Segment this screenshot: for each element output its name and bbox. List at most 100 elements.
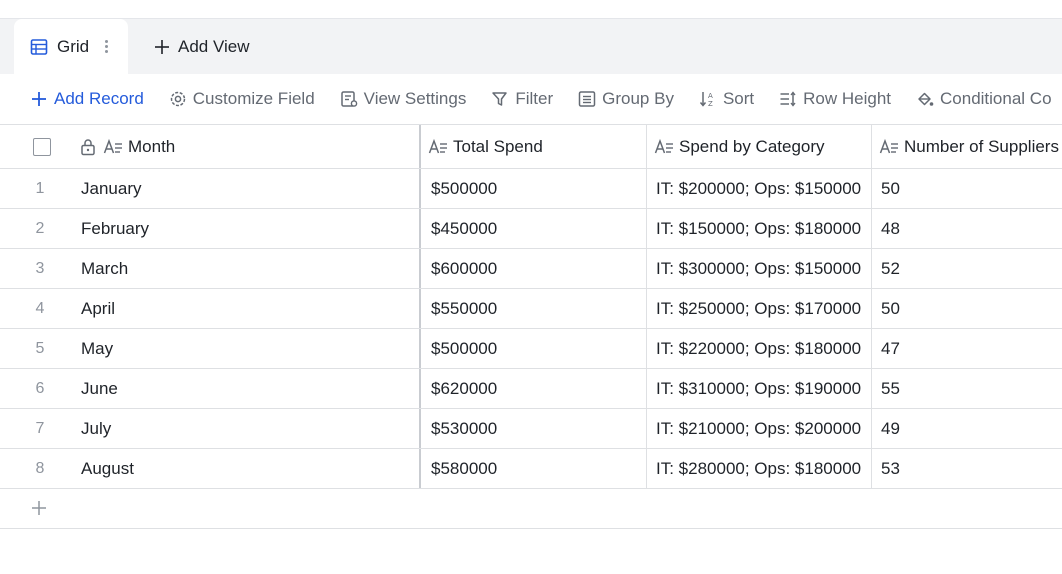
month-cell[interactable]: January bbox=[80, 169, 421, 208]
total-spend-cell-text: $530000 bbox=[431, 418, 498, 438]
suppliers-cell-text: 47 bbox=[881, 338, 900, 358]
column-header-number-of-suppliers[interactable]: Number of Suppliers bbox=[872, 125, 1062, 168]
paint-bucket-icon bbox=[918, 92, 934, 106]
spend-category-cell[interactable]: IT: $220000; Ops: $180000 bbox=[647, 329, 872, 368]
view-bar: Grid Add View bbox=[0, 19, 1062, 74]
row-index-cell-text: 8 bbox=[35, 459, 45, 477]
column-header-spend-by-category[interactable]: Spend by Category bbox=[647, 125, 872, 168]
spend-category-cell-text: IT: $250000; Ops: $170000 bbox=[656, 298, 862, 318]
add-row-button[interactable] bbox=[29, 498, 49, 518]
spend-category-cell[interactable]: IT: $200000; Ops: $150000 bbox=[647, 169, 872, 208]
customize-field-button[interactable]: Customize Field bbox=[169, 89, 315, 109]
filter-button[interactable]: Filter bbox=[491, 89, 553, 109]
column-header-label: Number of Suppliers bbox=[904, 136, 1059, 156]
row-height-button[interactable]: Row Height bbox=[779, 89, 891, 109]
text-field-icon bbox=[103, 138, 122, 153]
table-row[interactable]: 2 February $450000 IT: $150000; Ops: $18000… bbox=[0, 209, 1062, 249]
column-header-label: Month bbox=[128, 136, 176, 156]
view-settings-button[interactable]: View Settings bbox=[340, 89, 466, 109]
total-spend-cell[interactable]: $500000 bbox=[421, 329, 647, 368]
total-spend-cell-text: $620000 bbox=[431, 378, 498, 398]
suppliers-cell-text: 55 bbox=[881, 378, 900, 398]
group-by-button[interactable]: Group By bbox=[578, 89, 674, 109]
table-row[interactable]: 5 May $500000 IT: $220000; Ops: $180000 47 bbox=[0, 329, 1062, 369]
column-header-total-spend[interactable]: Total Spend bbox=[421, 125, 647, 168]
sort-button[interactable]: A Z Sort bbox=[699, 89, 754, 109]
row-height-label: Row Height bbox=[803, 89, 892, 108]
text-field-icon bbox=[654, 138, 673, 153]
row-index-cell: 4 bbox=[0, 289, 80, 328]
table-row[interactable]: 8 August $580000 IT: $280000; Ops: $180000 5… bbox=[0, 449, 1062, 489]
view-settings-icon bbox=[340, 91, 357, 107]
month-cell[interactable]: June bbox=[80, 369, 421, 408]
suppliers-cell[interactable]: 52 bbox=[872, 249, 1062, 288]
total-spend-cell[interactable]: $550000 bbox=[421, 289, 647, 328]
total-spend-cell[interactable]: $620000 bbox=[421, 369, 647, 408]
total-spend-cell-text: $450000 bbox=[431, 218, 498, 238]
suppliers-cell[interactable]: 49 bbox=[872, 409, 1062, 448]
suppliers-cell[interactable]: 50 bbox=[872, 289, 1062, 328]
total-spend-cell-text: $550000 bbox=[431, 298, 498, 318]
total-spend-cell[interactable]: $450000 bbox=[421, 209, 647, 248]
row-index-cell-text: 1 bbox=[35, 179, 45, 197]
month-cell-text: July bbox=[81, 418, 112, 438]
total-spend-cell[interactable]: $500000 bbox=[421, 169, 647, 208]
total-spend-cell[interactable]: $530000 bbox=[421, 409, 647, 448]
spend-category-cell[interactable]: IT: $310000; Ops: $190000 bbox=[647, 369, 872, 408]
suppliers-cell-text: 52 bbox=[881, 258, 900, 278]
conditional-formatting-label: Conditional Co bbox=[940, 89, 1052, 108]
spend-category-cell-text: IT: $280000; Ops: $180000 bbox=[656, 458, 862, 478]
gear-icon bbox=[170, 91, 186, 107]
column-header-label: Total Spend bbox=[453, 136, 543, 156]
add-view-button[interactable]: Add View bbox=[153, 19, 250, 74]
suppliers-cell[interactable]: 48 bbox=[872, 209, 1062, 248]
conditional-formatting-button[interactable]: Conditional Co bbox=[916, 89, 1052, 109]
month-cell[interactable]: August bbox=[80, 449, 421, 488]
table-row[interactable]: 3 March $600000 IT: $300000; Ops: $150000 52 bbox=[0, 249, 1062, 289]
row-index-cell-text: 2 bbox=[35, 219, 45, 237]
spend-category-cell-text: IT: $200000; Ops: $150000 bbox=[656, 178, 862, 198]
suppliers-cell[interactable]: 55 bbox=[872, 369, 1062, 408]
suppliers-cell-text: 50 bbox=[881, 298, 900, 318]
month-cell[interactable]: May bbox=[80, 329, 421, 368]
month-cell[interactable]: February bbox=[80, 209, 421, 248]
suppliers-cell[interactable]: 47 bbox=[872, 329, 1062, 368]
plus-icon bbox=[32, 501, 46, 515]
svg-text:Z: Z bbox=[708, 100, 713, 108]
plus-icon bbox=[155, 39, 169, 54]
row-height-icon bbox=[780, 91, 796, 107]
filter-icon bbox=[492, 92, 508, 106]
more-options-icon[interactable] bbox=[103, 40, 109, 53]
spend-category-cell[interactable]: IT: $250000; Ops: $170000 bbox=[647, 289, 872, 328]
month-cell[interactable]: April bbox=[80, 289, 421, 328]
spend-category-cell[interactable]: IT: $210000; Ops: $200000 bbox=[647, 409, 872, 448]
add-record-button[interactable]: Add Record bbox=[30, 89, 144, 109]
total-spend-cell-text: $600000 bbox=[431, 258, 498, 278]
sort-label: Sort bbox=[722, 89, 755, 108]
row-index-cell-text: 6 bbox=[35, 379, 45, 397]
month-cell[interactable]: July bbox=[80, 409, 421, 448]
svg-text:A: A bbox=[708, 92, 713, 100]
text-field-icon bbox=[879, 138, 898, 153]
total-spend-cell[interactable]: $600000 bbox=[421, 249, 647, 288]
lock-icon bbox=[81, 138, 95, 155]
spend-category-cell-text: IT: $210000; Ops: $200000 bbox=[656, 418, 862, 438]
month-cell-text: April bbox=[81, 298, 116, 318]
spend-category-cell[interactable]: IT: $150000; Ops: $180000 bbox=[647, 209, 872, 248]
spend-category-cell[interactable]: IT: $280000; Ops: $180000 bbox=[647, 449, 872, 488]
row-index-cell: 1 bbox=[0, 169, 80, 208]
row-index-cell: 8 bbox=[0, 449, 80, 488]
table-row[interactable]: 7 July $530000 IT: $210000; Ops: $200000 49 bbox=[0, 409, 1062, 449]
total-spend-cell[interactable]: $580000 bbox=[421, 449, 647, 488]
column-header-month[interactable]: Month bbox=[0, 125, 421, 168]
select-all-checkbox[interactable] bbox=[33, 137, 51, 156]
spend-category-cell[interactable]: IT: $300000; Ops: $150000 bbox=[647, 249, 872, 288]
month-cell[interactable]: March bbox=[80, 249, 421, 288]
row-index-cell: 6 bbox=[0, 369, 80, 408]
suppliers-cell[interactable]: 53 bbox=[872, 449, 1062, 488]
tab-grid-view[interactable]: Grid bbox=[14, 19, 128, 74]
table-row[interactable]: 6 June $620000 IT: $310000; Ops: $190000 55 bbox=[0, 369, 1062, 409]
table-row[interactable]: 4 April $550000 IT: $250000; Ops: $170000 50 bbox=[0, 289, 1062, 329]
table-row[interactable]: 1 January $500000 IT: $200000; Ops: $150000… bbox=[0, 169, 1062, 209]
suppliers-cell[interactable]: 50 bbox=[872, 169, 1062, 208]
